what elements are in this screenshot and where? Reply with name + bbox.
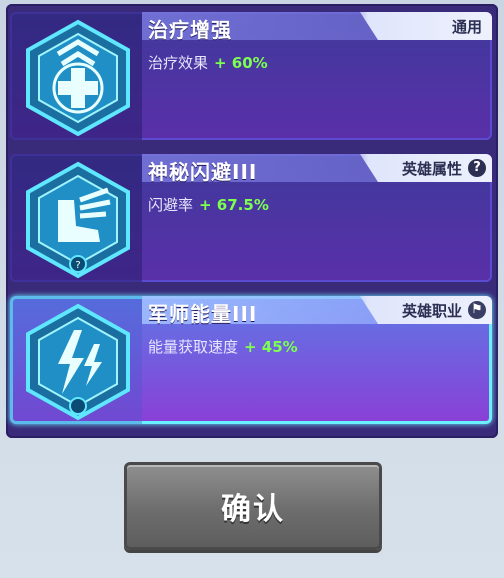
help-icon[interactable]: ? — [468, 159, 486, 177]
talent-card-energy[interactable]: 军师能量III 英雄职业 ⚑ 能量获取速度 + 45% — [10, 296, 492, 424]
lightning-icon — [26, 303, 130, 421]
effect-value: + 60% — [214, 54, 268, 72]
effect-label: 治疗效果 — [148, 54, 209, 72]
icon-area: ? — [10, 154, 142, 282]
category-tag-text: 英雄职业 — [401, 302, 462, 320]
talent-card-dodge[interactable]: ? 神秘闪避III 英雄属性 ? 闪避率 + 67.5% — [10, 154, 492, 282]
class-icon: ⚑ — [468, 301, 486, 319]
confirm-button[interactable]: 确认 — [124, 462, 382, 550]
effect-line: 能量获取速度 + 45% — [148, 336, 298, 357]
effect-line: 治疗效果 + 60% — [148, 52, 268, 73]
confirm-label: 确认 — [221, 492, 285, 527]
category-tag-text: 通用 — [451, 18, 482, 36]
icon-area — [10, 12, 142, 140]
heal-cross-icon — [26, 19, 130, 137]
talent-card-heal[interactable]: 治疗增强 通用 治疗效果 + 60% — [10, 12, 492, 140]
card-title: 治疗增强 — [148, 18, 232, 42]
effect-label: 闪避率 — [148, 196, 194, 214]
effect-label: 能量获取速度 — [148, 338, 239, 356]
icon-area — [10, 296, 142, 424]
svg-text:?: ? — [75, 260, 80, 271]
effect-value: + 67.5% — [199, 196, 269, 214]
card-title: 神秘闪避III — [148, 160, 258, 184]
category-tag-text: 英雄属性 — [401, 160, 462, 178]
effect-value: + 45% — [244, 338, 298, 356]
dialog-frame: 治疗增强 通用 治疗效果 + 60% ? 神秘闪避III 英雄属性 ? 闪避率 + … — [0, 0, 504, 578]
effect-line: 闪避率 + 67.5% — [148, 194, 269, 215]
card-title: 军师能量III — [148, 302, 258, 326]
winged-boot-icon: ? — [26, 161, 130, 279]
